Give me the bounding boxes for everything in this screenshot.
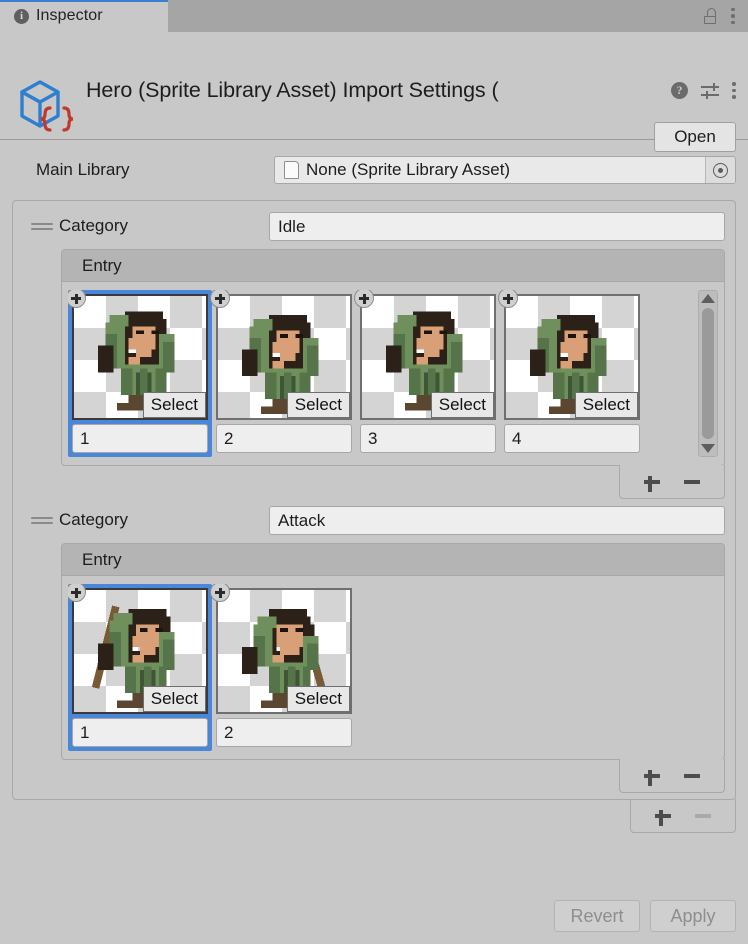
sprite-preview[interactable]: Select [216,294,352,420]
entry-controls [619,759,725,793]
object-picker-icon[interactable] [705,157,735,183]
entry-header: Entry [62,544,724,576]
entry-card-inner: Select 2 [210,290,352,453]
select-sprite-button[interactable]: Select [430,392,494,418]
entry-header: Entry [62,250,724,282]
entry-card-inner: Select 3 [354,290,496,453]
category-name-input[interactable]: Attack [269,505,725,535]
scrollbar-thumb[interactable] [702,308,714,439]
select-sprite-button[interactable]: Select [286,392,350,418]
entry-card[interactable]: Select 2 [210,290,356,457]
entry-body: Select 1 [62,282,724,465]
add-category-button[interactable] [653,806,673,826]
entry-card[interactable]: Select 2 [210,584,356,751]
inspector-body: Main Library None (Sprite Library Asset)… [0,140,748,833]
inspector-window: i Inspector Hero (Sprite Library Asset) … [0,0,748,944]
category-controls-bar [12,799,736,833]
entry-vertical-scrollbar[interactable] [698,290,718,457]
category-block: Category Attack Entry Select 1 Select 2 [23,505,725,793]
scroll-up-icon[interactable] [701,294,715,303]
page-title: Hero (Sprite Library Asset) Import Setti… [86,78,499,102]
asset-header: Hero (Sprite Library Asset) Import Setti… [0,32,748,152]
sprite-preview[interactable]: Select [72,294,208,420]
info-icon: i [14,8,29,24]
select-sprite-button[interactable]: Select [286,686,350,712]
help-icon[interactable]: ? [671,82,688,99]
apply-button[interactable]: Apply [650,900,736,932]
entry-controls-bar [23,465,725,499]
tab-inspector-label: Inspector [36,7,103,24]
entry-scroll-area: Select 1 [68,290,692,457]
main-library-object-field[interactable]: None (Sprite Library Asset) [274,156,736,184]
tab-bar-actions [703,0,748,32]
entry-card-inner: Select 4 [498,290,640,453]
entry-index-input[interactable]: 1 [72,424,208,453]
entry-card[interactable]: Select 1 [68,290,212,457]
kebab-menu-icon[interactable] [731,7,735,25]
entry-card[interactable]: Select 4 [498,290,644,457]
remove-entry-button[interactable] [682,472,702,492]
add-entry-button[interactable] [642,766,662,786]
sprite-preview[interactable]: Select [504,294,640,420]
category-name-input[interactable]: Idle [269,211,725,241]
entry-scroll-area: Select 1 [68,584,718,751]
scriptable-object-icon [12,74,74,136]
tab-bar-spacer [168,0,703,32]
entry-body: Select 1 [62,576,724,759]
remove-entry-button[interactable] [682,766,702,786]
entry-controls-bar [23,759,725,793]
remove-category-button[interactable] [693,806,713,826]
category-row: Category Idle [23,211,725,241]
entry-card-inner: Select 1 [68,584,208,747]
category-label: Category [59,510,128,529]
entry-frame: Entry [61,249,725,466]
add-entry-button[interactable] [642,472,662,492]
main-library-row: Main Library None (Sprite Library Asset) [12,154,736,186]
category-row: Category Attack [23,505,725,535]
entry-index-input[interactable]: 4 [504,424,640,453]
entry-card-inner: Select 1 [68,290,208,453]
main-library-label: Main Library [36,160,130,179]
preset-settings-icon[interactable] [701,82,719,99]
entry-index-input[interactable]: 1 [72,718,208,747]
sprite-preview[interactable]: Select [360,294,496,420]
select-sprite-button[interactable]: Select [142,392,206,418]
sprite-preview[interactable]: Select [72,588,208,714]
tab-bar: i Inspector [0,0,748,32]
category-list: Category Idle Entry Select 1 Select 2 Se… [12,200,736,800]
tab-inspector[interactable]: i Inspector [0,0,168,32]
sprite-preview[interactable]: Select [216,588,352,714]
drag-handle-icon[interactable] [31,514,53,527]
entry-card[interactable]: Select 3 [354,290,500,457]
unlock-icon[interactable] [703,8,717,24]
asset-title-row: Hero (Sprite Library Asset) Import Setti… [86,78,736,103]
entry-index-input[interactable]: 3 [360,424,496,453]
entry-index-input[interactable]: 2 [216,424,352,453]
entry-index-input[interactable]: 2 [216,718,352,747]
select-sprite-button[interactable]: Select [142,686,206,712]
entry-controls [619,465,725,499]
revert-button[interactable]: Revert [554,900,640,932]
category-block: Category Idle Entry Select 1 Select 2 Se… [23,211,725,499]
kebab-menu-icon[interactable] [732,82,736,99]
entry-card[interactable]: Select 1 [68,584,212,751]
category-controls [630,799,736,833]
select-sprite-button[interactable]: Select [574,392,638,418]
scroll-down-icon[interactable] [701,444,715,453]
main-library-value: None (Sprite Library Asset) [306,160,511,179]
asset-header-actions: ? [671,82,736,99]
drag-handle-icon[interactable] [31,220,53,233]
entry-card-inner: Select 2 [210,584,352,747]
document-icon [284,161,299,179]
category-label: Category [59,216,128,235]
footer-actions: Revert Apply [554,900,736,932]
entry-frame: Entry [61,543,725,760]
